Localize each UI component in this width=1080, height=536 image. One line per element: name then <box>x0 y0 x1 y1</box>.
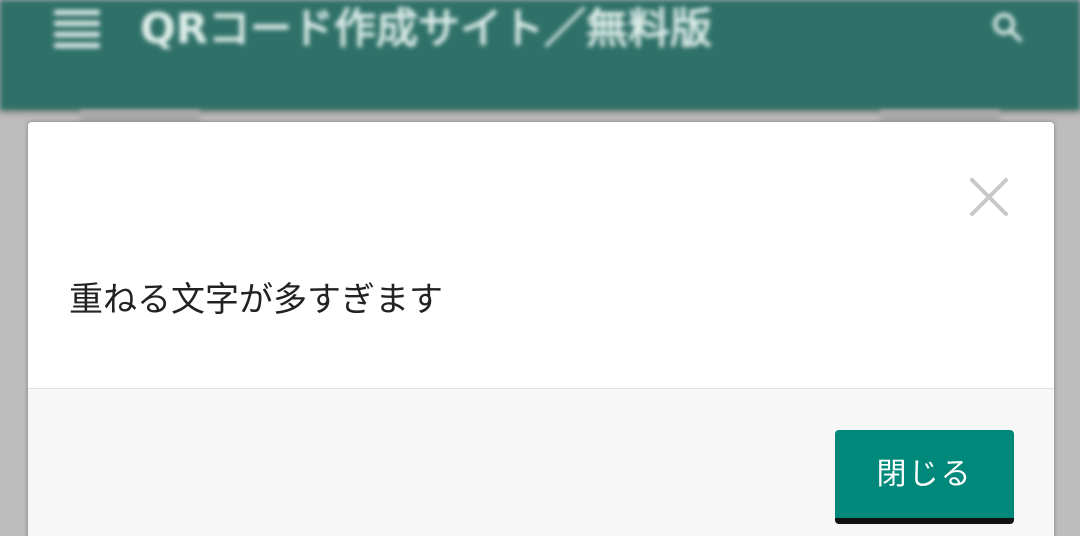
close-icon[interactable] <box>966 174 1012 220</box>
background-tab <box>80 110 200 122</box>
site-title: QRコード作成サイト／無料版 <box>140 4 713 53</box>
dialog-message: 重ねる文字が多すぎます <box>69 280 443 320</box>
alert-dialog: 重ねる文字が多すぎます 閉じる <box>28 122 1054 536</box>
search-icon[interactable] <box>992 12 1022 42</box>
close-dialog-button[interactable]: 閉じる <box>835 430 1014 524</box>
hamburger-menu-icon[interactable] <box>54 10 100 48</box>
background-tab <box>880 110 1000 122</box>
app-bar: QRコード作成サイト／無料版 <box>0 0 1080 110</box>
dialog-body: 重ねる文字が多すぎます <box>28 122 1054 389</box>
dialog-footer: 閉じる <box>28 389 1054 536</box>
